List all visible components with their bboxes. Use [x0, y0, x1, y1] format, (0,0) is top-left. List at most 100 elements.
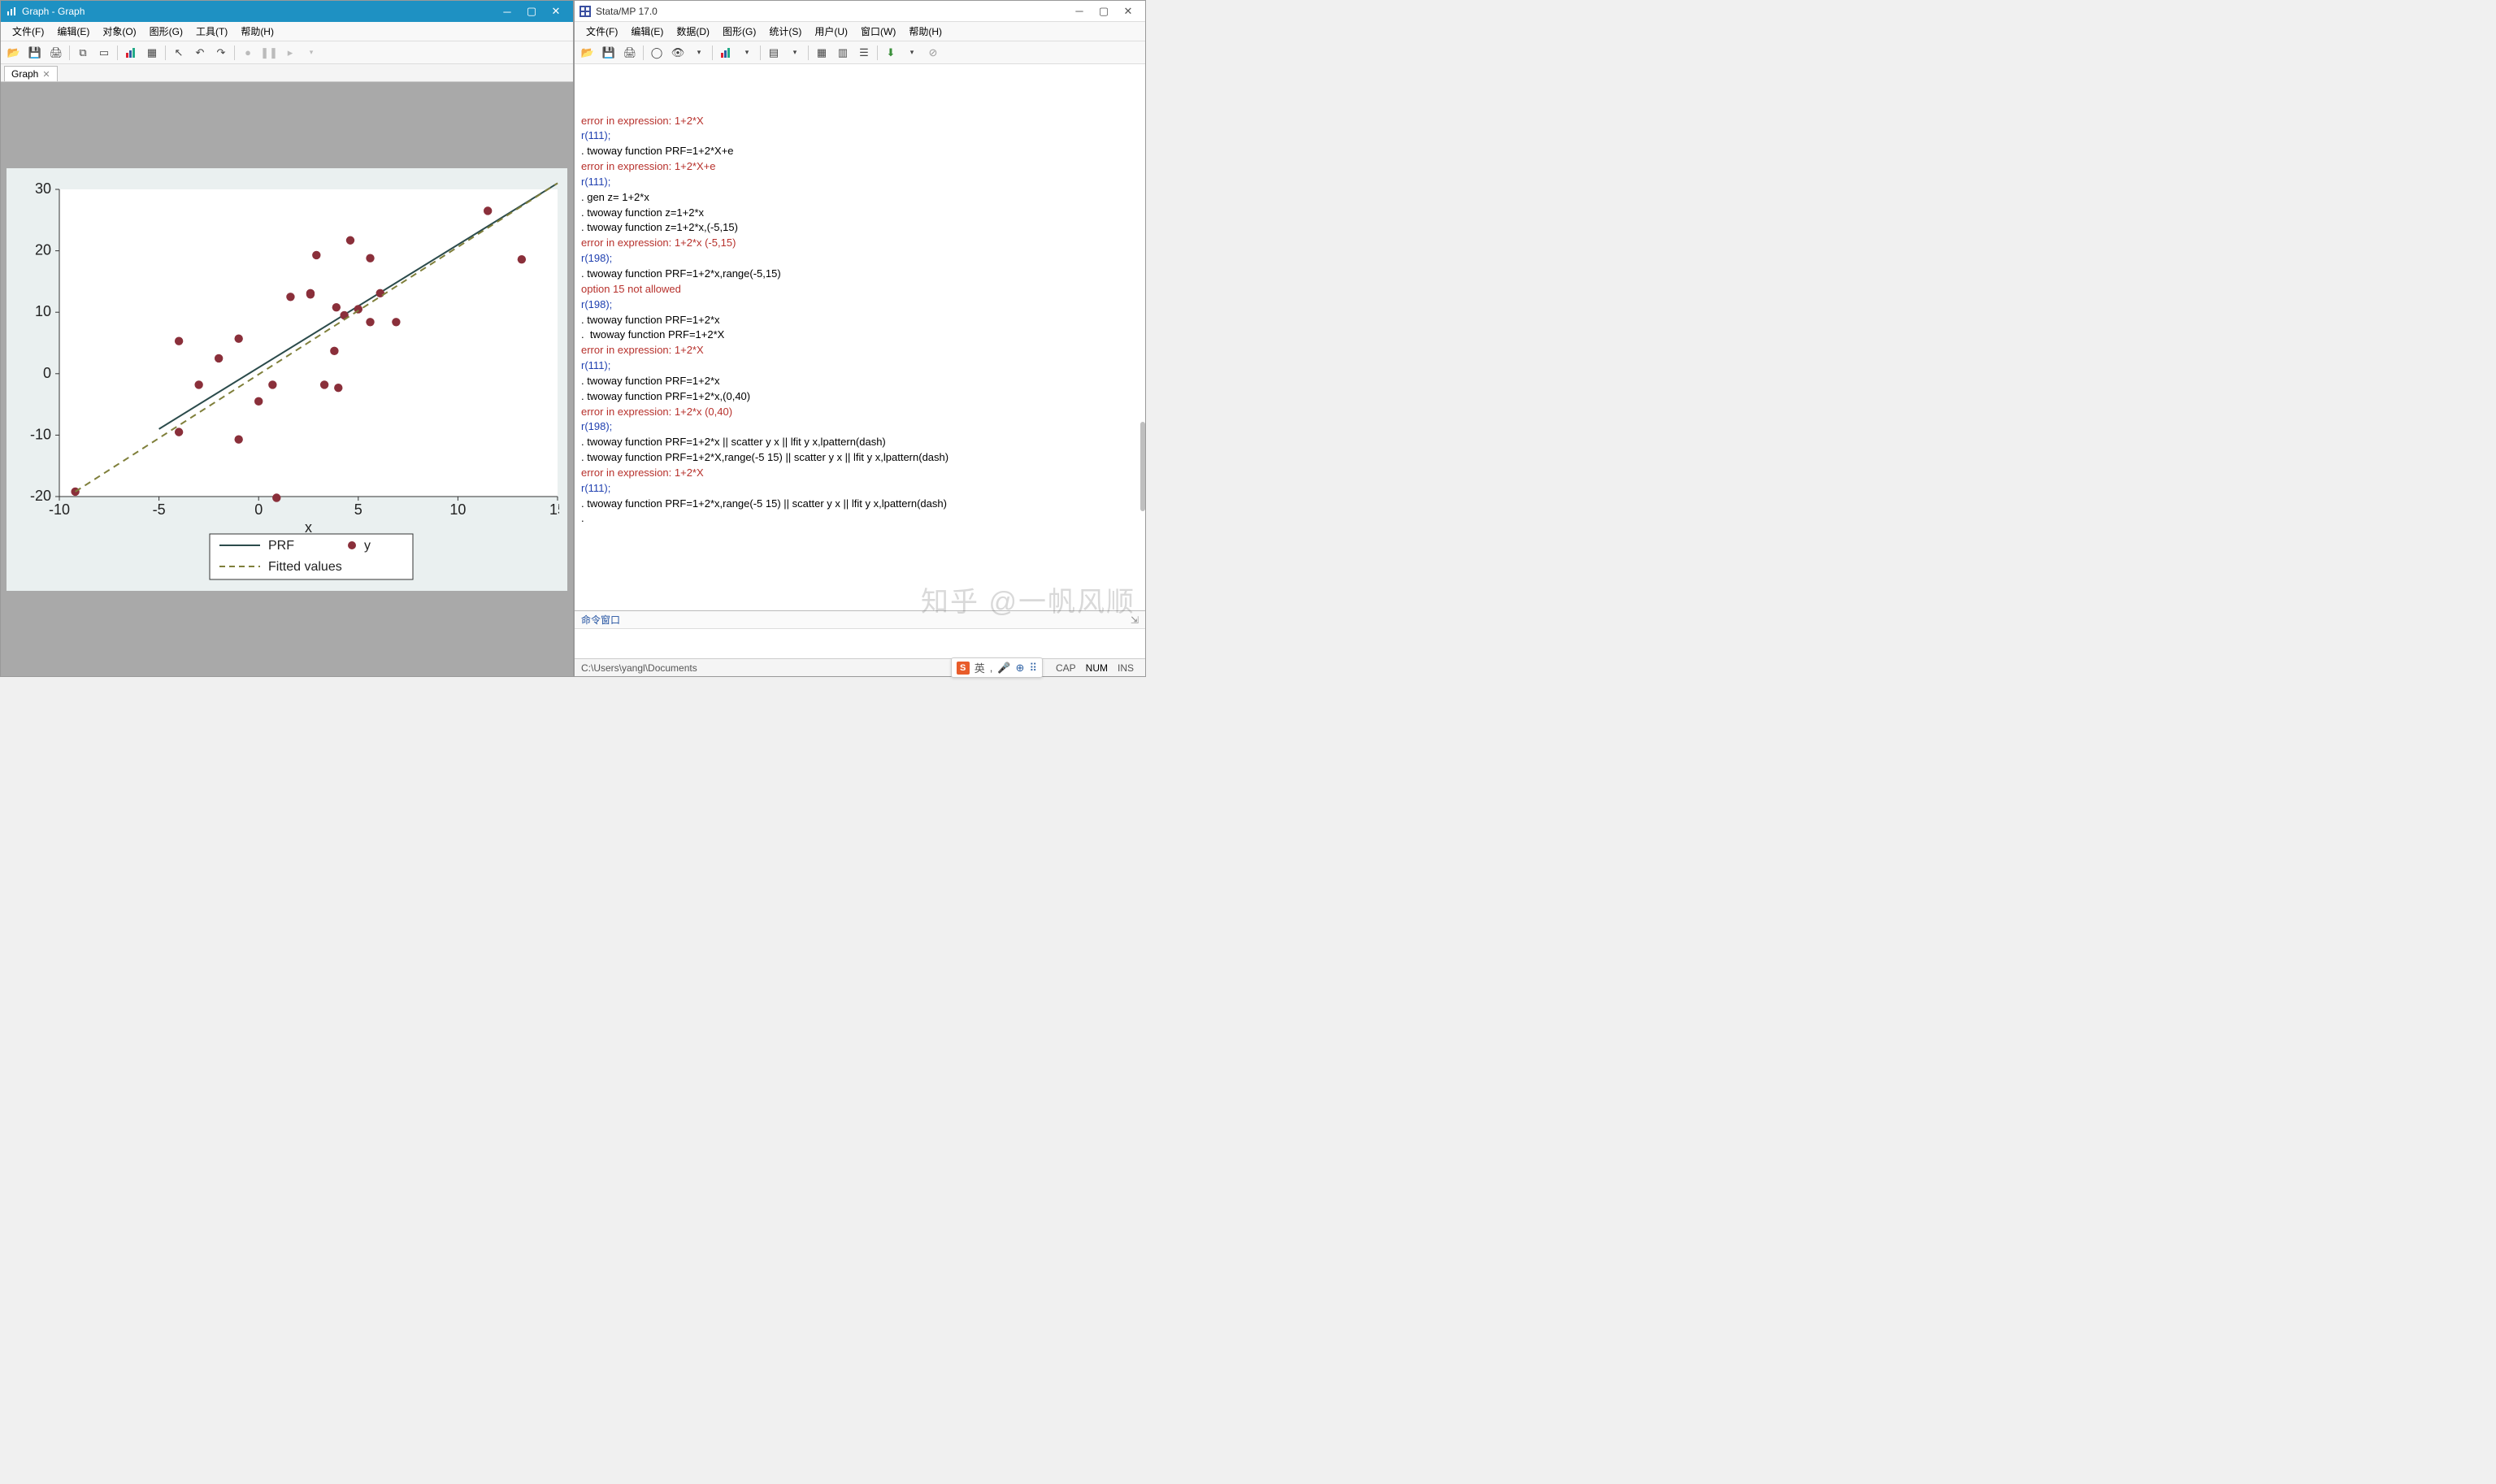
ime-lang: 英 [975, 660, 985, 675]
print-icon[interactable]: 🖨 [48, 45, 64, 61]
svg-text:x: x [305, 519, 312, 536]
menu-user[interactable]: 用户(U) [808, 22, 854, 41]
log-icon[interactable]: ◯ [649, 45, 665, 61]
do-file-icon[interactable]: ▤ [766, 45, 782, 61]
tab-close-icon[interactable]: ✕ [42, 69, 50, 80]
play-icon[interactable]: ▸ [282, 45, 298, 61]
menu-stats[interactable]: 统计(S) [762, 22, 808, 41]
save-icon[interactable]: 💾 [27, 45, 43, 61]
pause-icon[interactable]: ❚❚ [261, 45, 277, 61]
pin-icon[interactable]: ⇲ [1131, 614, 1139, 626]
ime-sep: , [990, 662, 993, 674]
ime-badge: S [957, 662, 970, 675]
open-icon[interactable]: 📂 [6, 45, 22, 61]
plot-card: -20-100102030-10-5051015xPRFyFitted valu… [7, 168, 567, 591]
close-button[interactable]: ✕ [1116, 2, 1140, 20]
results-line: error in expression: 1+2*X [581, 466, 1139, 481]
globe-icon[interactable]: ⊕ [1016, 662, 1025, 675]
graph-window: Graph - Graph ─ ▢ ✕ 文件(F) 编辑(E) 对象(O) 图形… [0, 0, 574, 677]
more-dropdown-icon[interactable]: ▾ [904, 45, 920, 61]
menu-edit[interactable]: 编辑(E) [50, 22, 96, 41]
working-directory: C:\Users\yangl\Documents [581, 662, 697, 674]
svg-text:30: 30 [35, 180, 51, 197]
grid-icon[interactable]: ▦ [144, 45, 160, 61]
mic-icon[interactable]: 🎤 [997, 662, 1010, 675]
undo-icon[interactable]: ↶ [192, 45, 208, 61]
record-icon[interactable]: ● [240, 45, 256, 61]
minimize-button[interactable]: ─ [495, 2, 519, 20]
results-line: r(198); [581, 297, 1139, 313]
tab-label: Graph [11, 68, 38, 80]
menu-file[interactable]: 文件(F) [580, 22, 624, 41]
graph-titlebar[interactable]: Graph - Graph ─ ▢ ✕ [1, 1, 573, 22]
pointer-icon[interactable]: ↖ [171, 45, 187, 61]
close-button[interactable]: ✕ [544, 2, 568, 20]
results-line: . twoway function z=1+2*x [581, 206, 1139, 221]
svg-text:0: 0 [254, 501, 263, 518]
data-browser-icon[interactable]: ▥ [835, 45, 851, 61]
rename-icon[interactable]: ▭ [96, 45, 112, 61]
plot-svg: -20-100102030-10-5051015xPRFyFitted valu… [15, 180, 559, 583]
tab-graph[interactable]: Graph ✕ [4, 66, 58, 81]
menu-object[interactable]: 对象(O) [96, 22, 142, 41]
results-line: . twoway function PRF=1+2*x,range(-5 15)… [581, 497, 1139, 512]
bar-chart-icon[interactable] [718, 45, 734, 61]
results-line: r(111); [581, 358, 1139, 374]
print-icon[interactable]: 🖨 [622, 45, 638, 61]
save-icon[interactable]: 💾 [601, 45, 617, 61]
open-icon[interactable]: 📂 [580, 45, 596, 61]
data-editor-icon[interactable]: ▦ [814, 45, 830, 61]
ime-indicator[interactable]: S 英 , 🎤 ⊕ ⠿ [951, 657, 1043, 678]
results-line: . twoway function PRF=1+2*X,range(-5 15)… [581, 450, 1139, 466]
results-line: r(111); [581, 128, 1139, 144]
do-dropdown-icon[interactable]: ▾ [787, 45, 803, 61]
menu-file[interactable]: 文件(F) [6, 22, 50, 41]
svg-text:20: 20 [35, 241, 51, 258]
viewer-dropdown-icon[interactable]: ▾ [691, 45, 707, 61]
results-line: r(198); [581, 251, 1139, 267]
svg-text:15: 15 [549, 501, 559, 518]
break-icon[interactable]: ⊘ [925, 45, 941, 61]
svg-text:PRF: PRF [268, 539, 294, 553]
menu-edit[interactable]: 编辑(E) [624, 22, 670, 41]
svg-text:y: y [364, 539, 371, 553]
svg-text:5: 5 [354, 501, 362, 518]
results-line: . twoway function PRF=1+2*x,(0,40) [581, 389, 1139, 405]
menu-help[interactable]: 帮助(H) [234, 22, 280, 41]
variables-icon[interactable]: ☰ [856, 45, 872, 61]
play-dropdown-icon[interactable]: ▾ [303, 45, 319, 61]
results-pane[interactable]: error in expression: 1+2*Xr(111);. twowa… [575, 64, 1145, 610]
minimize-button[interactable]: ─ [1067, 2, 1092, 20]
menu-window[interactable]: 窗口(W) [854, 22, 902, 41]
scrollbar-thumb[interactable] [1140, 422, 1145, 511]
grid-icon[interactable]: ⠿ [1029, 662, 1037, 675]
menu-graph[interactable]: 图形(G) [716, 22, 762, 41]
maximize-button[interactable]: ▢ [1092, 2, 1116, 20]
viewer-icon[interactable]: 👁 [670, 45, 686, 61]
results-line: error in expression: 1+2*X [581, 343, 1139, 358]
copy-icon[interactable]: ⧉ [75, 45, 91, 61]
results-line: error in expression: 1+2*X [581, 114, 1139, 129]
more-icon[interactable]: ⬇ [883, 45, 899, 61]
bar-chart-icon[interactable] [123, 45, 139, 61]
results-line: option 15 not allowed [581, 282, 1139, 297]
results-line: error in expression: 1+2*x (-5,15) [581, 236, 1139, 251]
ins-indicator: INS [1113, 662, 1139, 674]
results-line: . [581, 511, 1139, 527]
stata-toolbar: 📂 💾 🖨 ◯ 👁 ▾ ▾ ▤ ▾ ▦ ▥ ☰ ⬇ ▾ ⊘ [575, 41, 1145, 64]
chart-dropdown-icon[interactable]: ▾ [739, 45, 755, 61]
menu-tools[interactable]: 工具(T) [189, 22, 234, 41]
maximize-button[interactable]: ▢ [519, 2, 544, 20]
svg-text:10: 10 [35, 303, 51, 319]
results-line: . twoway function PRF=1+2*x [581, 313, 1139, 328]
command-input[interactable]: 知乎 @一帆风顺 [575, 629, 1145, 658]
stata-titlebar[interactable]: Stata/MP 17.0 ─ ▢ ✕ [575, 1, 1145, 22]
menu-data[interactable]: 数据(D) [670, 22, 716, 41]
graph-tabstrip: Graph ✕ [1, 64, 573, 82]
menu-graph[interactable]: 图形(G) [143, 22, 189, 41]
menu-help[interactable]: 帮助(H) [902, 22, 948, 41]
results-line: . twoway function PRF=1+2*x [581, 374, 1139, 389]
svg-text:-10: -10 [49, 501, 70, 518]
redo-icon[interactable]: ↷ [213, 45, 229, 61]
graph-menubar: 文件(F) 编辑(E) 对象(O) 图形(G) 工具(T) 帮助(H) [1, 22, 573, 41]
